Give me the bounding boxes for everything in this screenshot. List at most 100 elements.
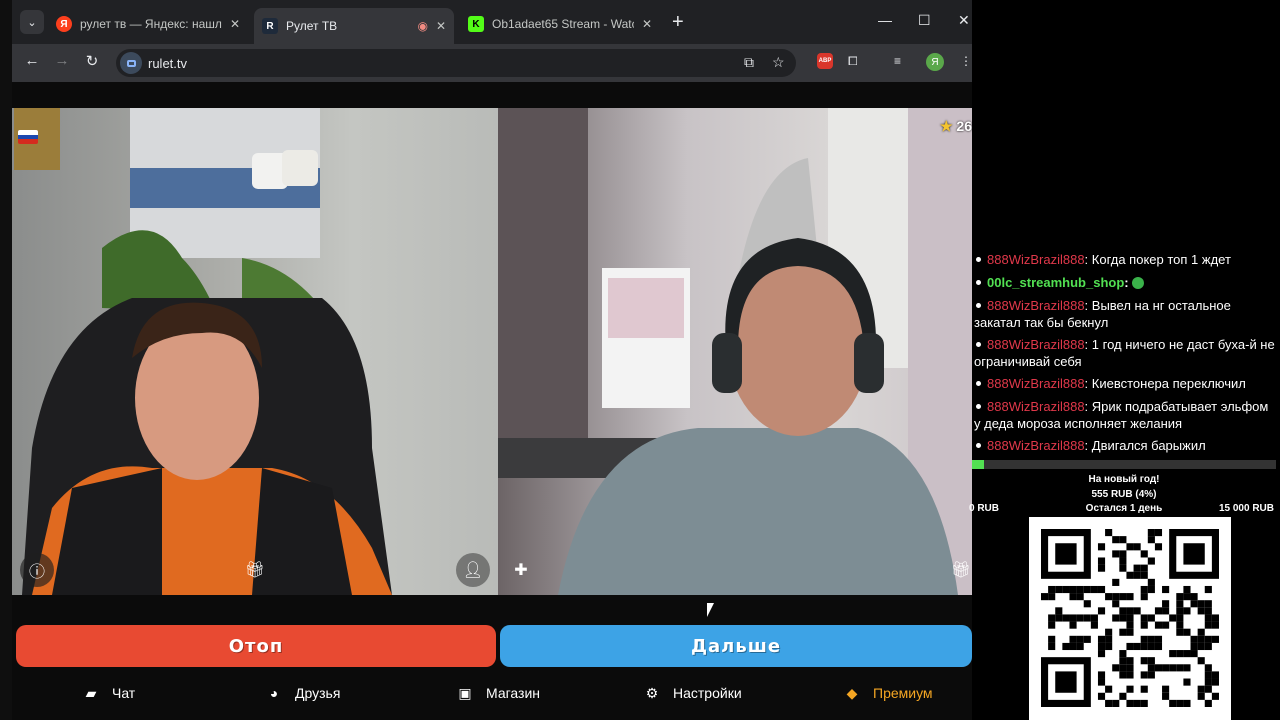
minimize-icon[interactable]: —	[878, 12, 892, 28]
qr-module	[1154, 543, 1163, 551]
qr-module	[1083, 585, 1091, 594]
tab-title: рулет тв — Яндекс: нашлось 7	[80, 17, 222, 31]
chat-text: Киевстонера переключил	[1091, 376, 1246, 391]
qr-module	[1197, 692, 1205, 700]
qr-module	[1097, 692, 1106, 700]
donation-progress-bar	[972, 460, 1276, 469]
stars-counter: ★ 26	[940, 118, 972, 135]
site-info-camera-icon[interactable]	[120, 52, 142, 74]
qr-module	[1119, 607, 1127, 615]
rulet-tv-page: ⓘ 🎁︎ 👤︎ ★ 26 ✚ 🎁︎ Отоп Дальше ▰ Чат ◕ Др…	[12, 82, 972, 720]
gift-icon[interactable]: 🎁︎	[238, 553, 272, 587]
qr-module	[1204, 635, 1212, 643]
qr-module	[1062, 614, 1070, 622]
video-area: ⓘ 🎁︎ 👤︎ ★ 26 ✚ 🎁︎	[12, 108, 972, 595]
stream-overlay: 888WizBrazil888: Когда покер топ 1 ждет …	[969, 0, 1280, 720]
adblock-extension-icon[interactable]: ABP	[817, 53, 833, 69]
qr-module	[1204, 585, 1212, 594]
report-icon[interactable]: ⓘ	[20, 553, 54, 587]
qr-module	[1147, 657, 1155, 665]
nav-friends[interactable]: ◕ Друзья	[265, 684, 341, 702]
qr-module	[1183, 678, 1191, 686]
qr-module	[1048, 635, 1056, 643]
qr-module	[1204, 642, 1212, 651]
friends-icon: ◕	[269, 685, 279, 701]
qr-module	[1147, 642, 1155, 651]
headphone-cup	[854, 333, 884, 393]
back-arrow-icon[interactable]: ←	[22, 52, 42, 69]
chat-message: 888WizBrazil888: Вывел на нг остальное з…	[974, 298, 1231, 330]
chat-message: 888WizBrazil888: Киевстонера переключил	[974, 375, 1278, 392]
qr-module	[1041, 593, 1049, 601]
gear-icon: ⚙	[645, 684, 659, 701]
qr-module	[1162, 621, 1170, 629]
qr-module	[1055, 585, 1063, 594]
qr-module	[1126, 685, 1134, 693]
qr-module	[1097, 650, 1106, 658]
close-tab-icon[interactable]: ✕	[230, 17, 240, 31]
profile-person-icon[interactable]: 👤︎	[456, 553, 490, 587]
forward-arrow-icon[interactable]: →	[52, 52, 72, 69]
qr-code	[1029, 517, 1231, 720]
qr-module	[1154, 607, 1163, 615]
qr-module	[1076, 642, 1084, 651]
qr-module	[1197, 628, 1205, 636]
tab-yandex-search[interactable]: Я рулет тв — Яндекс: нашлось 7 ✕	[48, 8, 248, 40]
close-tab-icon[interactable]: ✕	[642, 17, 652, 31]
maximize-icon[interactable]: ☐	[918, 12, 931, 29]
address-bar[interactable]: rulet.tv ⧉ ☆	[116, 49, 796, 77]
chat-username: 00lc_streamhub_shop	[987, 275, 1125, 290]
nav-chat[interactable]: ▰ Чат	[82, 684, 136, 702]
donation-goal-title: На новый год!	[1088, 474, 1160, 485]
qr-code-pattern	[1041, 529, 1219, 707]
close-tab-icon[interactable]: ✕	[436, 19, 446, 33]
qr-module	[1112, 578, 1120, 586]
qr-module	[1140, 635, 1148, 643]
qr-module	[1176, 593, 1184, 601]
stop-button[interactable]: Отоп	[16, 625, 496, 667]
next-button[interactable]: Дальше	[500, 625, 972, 667]
window-close-icon[interactable]: ✕	[958, 12, 970, 29]
qr-module	[1204, 607, 1212, 615]
tab-rulet-tv[interactable]: R Рулет ТВ ◉ ✕	[254, 8, 454, 44]
qr-module	[1076, 635, 1084, 643]
qr-module	[1083, 614, 1091, 622]
qr-module	[1048, 642, 1056, 651]
qr-module	[1204, 600, 1212, 608]
qr-module	[1090, 621, 1098, 629]
qr-module	[1126, 657, 1134, 665]
chat-message: 888WizBrazil888: Когда покер топ 1 ждет	[974, 251, 1278, 268]
new-tab-button[interactable]: +	[672, 12, 684, 32]
qr-module	[1069, 621, 1077, 629]
tab-kick-stream[interactable]: K Ob1adaet65 Stream - Watch Li ✕	[460, 8, 660, 40]
qr-module	[1190, 635, 1198, 643]
profile-avatar[interactable]: Я	[926, 53, 944, 71]
qr-module	[1126, 614, 1134, 622]
browser-menu-icon[interactable]: ⋮	[960, 54, 972, 68]
gift-icon[interactable]: 🎁︎	[944, 553, 972, 587]
qr-module	[1083, 635, 1091, 643]
reload-icon[interactable]: ↻	[82, 52, 102, 70]
gamepad-icon[interactable]: ✚	[504, 553, 538, 587]
chat-message: 888WizBrazil888: Ярик подрабатывает эльф…	[974, 399, 1269, 431]
qr-module	[1119, 692, 1127, 700]
media-controls-icon[interactable]: ≡	[894, 54, 901, 68]
qr-module	[1197, 600, 1205, 608]
donation-goal-target: 15 000 RUB	[1218, 503, 1274, 514]
qr-module	[1112, 600, 1120, 608]
qr-module	[1140, 671, 1148, 679]
extensions-puzzle-icon[interactable]: ⧠	[848, 54, 858, 69]
qr-module	[1140, 614, 1148, 622]
qr-module	[1119, 664, 1127, 672]
nav-settings[interactable]: ⚙ Настройки	[643, 684, 742, 702]
bookmark-star-icon[interactable]: ☆	[772, 54, 785, 71]
qr-module	[1183, 628, 1191, 636]
nav-shop[interactable]: ▣ Магазин	[456, 684, 540, 702]
tab-search-button[interactable]: ⌄	[20, 10, 44, 34]
mouse-cursor	[707, 603, 714, 617]
nav-premium[interactable]: ◆ Премиум	[843, 684, 933, 702]
rulet-favicon-icon: R	[262, 18, 278, 34]
qr-module	[1176, 664, 1184, 672]
install-app-icon[interactable]: ⧉	[744, 54, 754, 71]
qr-module	[1176, 614, 1184, 622]
